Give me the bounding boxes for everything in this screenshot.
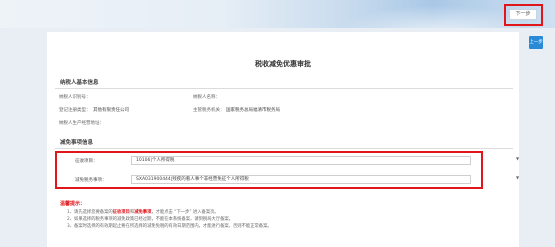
- taxpayer-name-label: 纳税人名称：: [193, 95, 220, 100]
- reg-type-value: 其他有限责任公司: [93, 108, 129, 113]
- highlight-relief-fields: [55, 151, 483, 189]
- taxpayer-section-title: 纳税人基本信息: [60, 80, 99, 86]
- taxpayer-id-label: 纳税人识别号：: [59, 95, 91, 100]
- address-label: 纳税人生产经营地址：: [59, 121, 104, 126]
- banner-decoration: [320, 0, 520, 28]
- divider: [55, 148, 513, 149]
- tip-line-1: 1、请先选择您要备案的征收项目和减免事项，才能点击 “下一步” 进入备案页。: [67, 210, 219, 215]
- page-title: 税收减免优惠审批: [255, 60, 311, 68]
- previous-step-button[interactable]: 上一步: [529, 36, 543, 49]
- divider: [55, 88, 513, 89]
- reg-type-label: 登记注册类型：: [59, 108, 91, 113]
- relief-section-title: 减免事项信息: [60, 140, 94, 146]
- tips-title: 温馨提示：: [60, 201, 86, 207]
- highlight-next-button: [504, 4, 543, 26]
- chevron-down-icon[interactable]: ▼: [516, 156, 519, 161]
- authority-value: 国家税务总局福清市税务局: [226, 108, 280, 113]
- top-banner: [0, 0, 555, 28]
- tip-line-2: 2、如果选择的税务事项的减免政策已经过期，不能在本系统备案，请到税局大厅备案。: [67, 217, 234, 222]
- authority-label: 主管税务机关：: [193, 108, 225, 113]
- chevron-down-icon[interactable]: ▼: [516, 175, 519, 180]
- tip-line-3: 3、备案时选择的有效期起止要在所选择的减免免税的有效日期范围内，才能进行备案，否…: [67, 224, 272, 229]
